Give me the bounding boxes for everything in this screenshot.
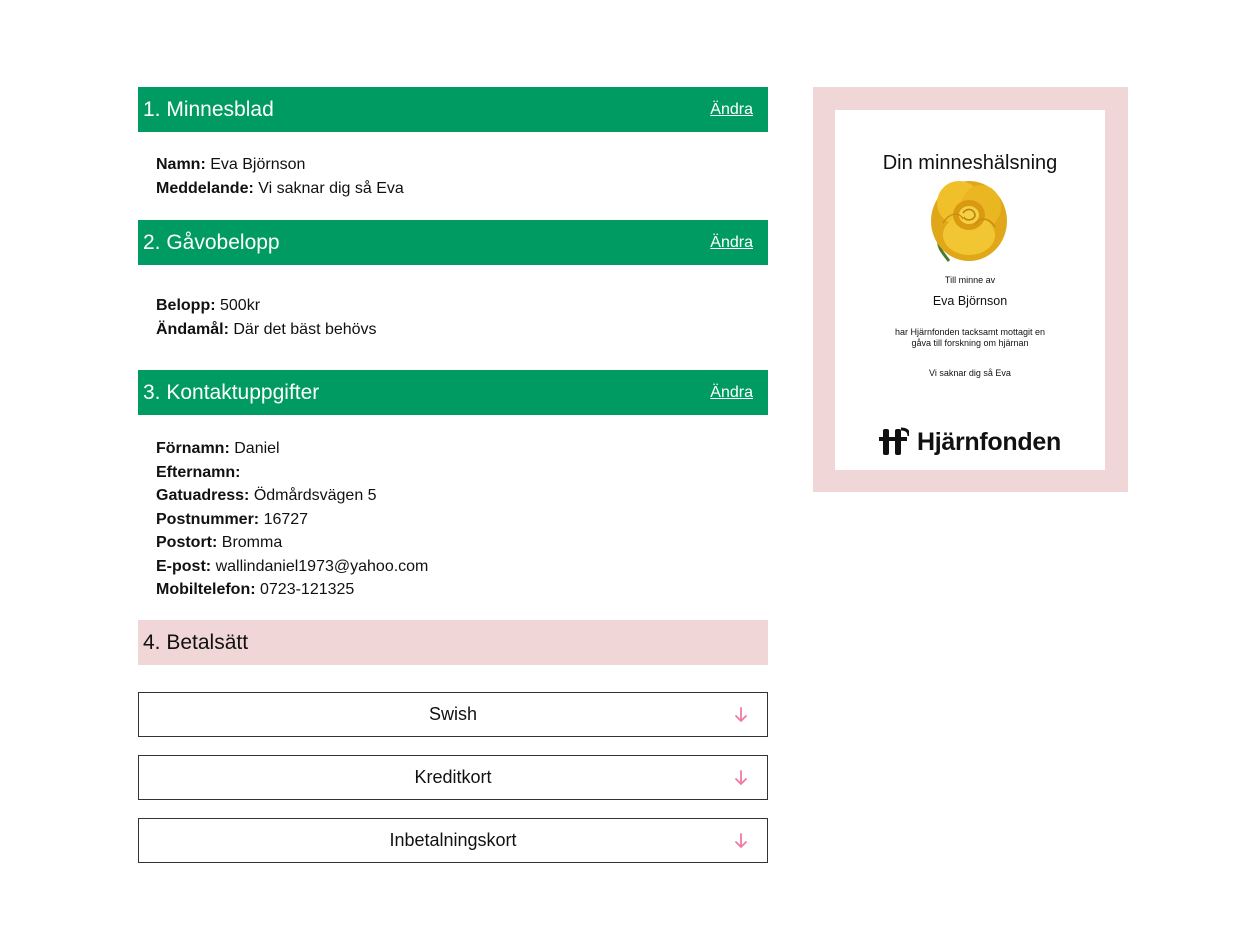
detail-row: E-post: wallindaniel1973@yahoo.com [156,557,429,575]
detail-row: Namn: Eva Björnson [156,156,306,173]
edit-kontaktuppgifter-link[interactable]: Ändra [710,384,753,402]
detail-row: Postnummer: 16727 [156,510,309,528]
kontakt-details: Förnamn: Daniel Efternamn: Gatuadress: Ö… [138,415,768,620]
detail-row: Förnamn: Daniel [156,440,280,457]
hjarnfonden-logo: Hjärnfonden [879,425,1061,459]
minnesblad-details: Namn: Eva Björnson Meddelande: Vi saknar… [138,132,768,220]
preview-title: Din minneshälsning [882,152,1058,174]
section-header-betalsatt: 4. Betalsätt [138,620,768,665]
detail-row: Efternamn: [156,463,241,481]
payment-option-inbetalningskort[interactable]: Inbetalningskort [138,818,768,863]
hjarnfonden-logo-icon [879,427,909,455]
preview-message: Vi saknar dig så Eva [929,368,1011,378]
payment-option-label: Swish [428,704,477,724]
section-title: 3. Kontaktuppgifter [143,381,320,404]
rose-image [931,181,1007,262]
arrow-down-icon [735,833,747,848]
detail-row: Postort: Bromma [156,534,283,551]
edit-gavobelopp-link[interactable]: Ändra [710,234,753,252]
section-title: 1. Minnesblad [143,98,274,121]
memorial-card: Din minneshälsning Till minne av Eva Bjö… [835,110,1105,470]
section-title: 2. Gåvobelopp [143,231,280,254]
thanks-line: gåva till forskning om hjärnan [911,338,1029,348]
gavobelopp-details: Belopp: 500kr Ändamål: Där det bäst behö… [138,265,768,370]
section-header-kontaktuppgifter: 3. Kontaktuppgifter Ändra [138,370,768,415]
payment-option-swish[interactable]: Swish [138,692,768,737]
arrow-down-icon [735,707,747,722]
payment-option-kreditkort[interactable]: Kreditkort [138,755,768,800]
detail-row: Mobiltelefon: 0723-121325 [156,581,355,598]
in-memory-label: Till minne av [944,275,996,285]
order-summary: 1. Minnesblad Ändra Namn: Eva Björnson M… [138,87,768,863]
deceased-name: Eva Björnson [932,294,1008,308]
arrow-down-icon [735,770,747,785]
logo-text: Hjärnfonden [917,427,1061,456]
payment-option-label: Inbetalningskort [389,830,517,850]
section-title: 4. Betalsätt [143,630,249,654]
detail-row: Belopp: 500kr [156,297,261,314]
section-header-minnesblad: 1. Minnesblad Ändra [138,87,768,132]
memorial-preview-panel: Din minneshälsning Till minne av Eva Bjö… [813,87,1128,492]
thanks-line: har Hjärnfonden tacksamt mottagit en [894,327,1046,337]
section-header-gavobelopp: 2. Gåvobelopp Ändra [138,220,768,265]
payment-option-label: Kreditkort [414,767,492,787]
thanks-text: har Hjärnfonden tacksamt mottagit en gåv… [875,327,1065,349]
edit-minnesblad-link[interactable]: Ändra [710,101,753,119]
detail-row: Gatuadress: Ödmårdsvägen 5 [156,487,377,504]
detail-row: Meddelande: Vi saknar dig så Eva [156,179,404,197]
detail-row: Ändamål: Där det bäst behövs [156,320,377,338]
